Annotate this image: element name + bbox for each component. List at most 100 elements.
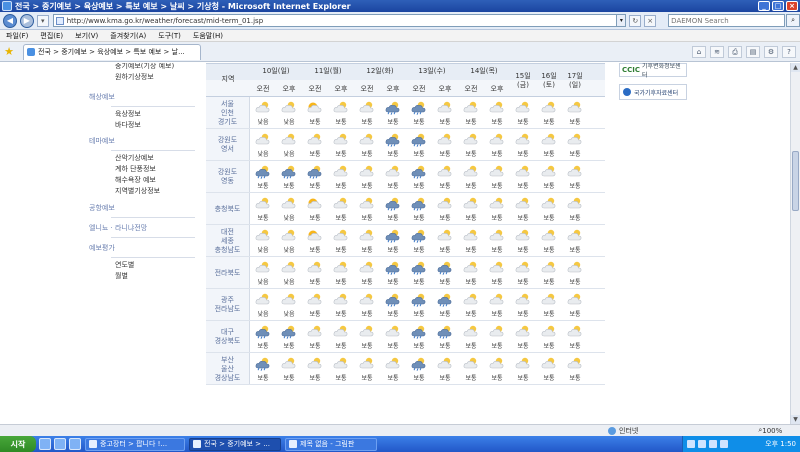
tools-menu-icon[interactable]: ⚙: [764, 45, 778, 58]
cloud-icon: [307, 357, 322, 369]
cloud-icon: [463, 229, 478, 241]
menu-favorites[interactable]: 즐겨찾기(A): [110, 31, 146, 41]
sidebar-item-land[interactable]: 육상정보: [115, 109, 195, 119]
start-button[interactable]: 시작: [0, 436, 36, 452]
cloud-icon: [281, 229, 296, 241]
task-kma-forecast[interactable]: 전국 > 중기예보 > ...: [189, 437, 281, 451]
close-button[interactable]: ×: [786, 1, 798, 11]
scrollbar-thumb[interactable]: [792, 151, 799, 211]
forecast-cell: 보통: [328, 226, 354, 256]
row-divider: [206, 288, 605, 289]
address-dropdown[interactable]: ▾: [616, 14, 627, 27]
favorites-star-icon[interactable]: ★: [3, 45, 15, 58]
forecast-cell: 보통: [484, 290, 510, 320]
feeds-icon[interactable]: ≋: [710, 45, 724, 58]
precip-level: 낮음: [283, 119, 295, 126]
sidebar-item-mid-forecast[interactable]: 중기예보(기상 예보): [115, 63, 195, 71]
forecast-cell: 보통: [484, 354, 510, 384]
forecast-cell: 보통: [484, 322, 510, 352]
tab-current[interactable]: 전국 > 중기예보 > 육상예보 > 특보 예보 > 날...: [23, 43, 201, 60]
home-icon[interactable]: ⌂: [692, 45, 706, 58]
forecast-cell: 보통: [302, 194, 328, 224]
tray-update-icon[interactable]: [720, 440, 728, 448]
refresh-button[interactable]: ↻: [629, 14, 642, 27]
sidebar-item-sea[interactable]: 바다정보: [115, 120, 195, 130]
scroll-up-arrow[interactable]: ▲: [791, 63, 800, 72]
search-field[interactable]: [668, 14, 786, 27]
print-icon[interactable]: ⎙: [728, 45, 742, 58]
minimize-button[interactable]: _: [758, 1, 770, 11]
forward-button[interactable]: ▶: [19, 13, 34, 28]
sidebar-item-mountain[interactable]: 산악기상예보: [115, 153, 195, 163]
vertical-scrollbar[interactable]: ▲ ▼: [790, 63, 800, 424]
precip-level: 보통: [439, 375, 451, 382]
cloud-icon: [281, 261, 296, 273]
sidebar-item-monthly[interactable]: 월별: [115, 271, 195, 281]
search-input[interactable]: [671, 16, 772, 25]
task-paint[interactable]: 제목 없음 - 그림판: [285, 437, 377, 451]
stop-button[interactable]: ×: [644, 14, 657, 27]
maximize-button[interactable]: □: [772, 1, 784, 11]
ccic-logo[interactable]: CCIC 기후변화정보센터: [619, 63, 687, 79]
forecast-cell: 보통: [328, 290, 354, 320]
tray-network-icon[interactable]: [687, 440, 695, 448]
row-divider: [206, 352, 605, 353]
address-field[interactable]: [52, 14, 618, 27]
cloud-icon: [359, 229, 374, 241]
forecast-cell: 보통: [510, 162, 536, 192]
precip-level: 보통: [517, 279, 529, 286]
menu-file[interactable]: 파일(F): [6, 31, 28, 41]
address-input[interactable]: [66, 16, 607, 25]
tray-security-icon[interactable]: [709, 440, 717, 448]
forecast-cell: 보통: [328, 130, 354, 160]
sidebar-item-yearly[interactable]: 연도별: [115, 260, 195, 270]
help-icon[interactable]: ?: [782, 45, 796, 58]
sidebar-heading-evaluation[interactable]: 예보평가: [89, 243, 195, 253]
forecast-cell: 보통: [432, 226, 458, 256]
sidebar-item-regional[interactable]: 지역별기상정보: [115, 186, 195, 196]
sidebar-item-foliage[interactable]: 계하 단풍정보: [115, 164, 195, 174]
cloud-icon: [437, 101, 452, 113]
back-button[interactable]: ◀: [3, 13, 17, 28]
sidebar-item-weather-info[interactable]: 원하기상정보: [115, 72, 195, 82]
day-header: 12일(화): [366, 67, 394, 75]
rain-icon: [281, 325, 296, 339]
menu-tools[interactable]: 도구(T): [158, 31, 181, 41]
rain-icon: [255, 357, 270, 371]
nmc-logo[interactable]: 국가기후자료센터: [619, 84, 687, 100]
security-zone: 인터넷: [608, 426, 638, 436]
quicklaunch-desktop-icon[interactable]: [39, 438, 51, 450]
sidebar-item-beach[interactable]: 해수욕장 예보: [115, 175, 195, 185]
precip-level: 보통: [569, 183, 581, 190]
tray-volume-icon[interactable]: [698, 440, 706, 448]
zoom-control[interactable]: ⌕ 100%: [758, 426, 782, 435]
menu-help[interactable]: 도움말(H): [193, 31, 223, 41]
forecast-cell: 보통: [458, 322, 484, 352]
scroll-down-arrow[interactable]: ▼: [791, 415, 800, 424]
quicklaunch-ie-icon[interactable]: [54, 438, 66, 450]
sidebar-heading-marine[interactable]: 해상예보: [89, 92, 195, 102]
recent-pages-button[interactable]: ▾: [36, 14, 49, 27]
precip-level: 보통: [361, 247, 373, 254]
forecast-cell: 보통: [406, 130, 432, 160]
precip-level: 보통: [439, 311, 451, 318]
cloud-icon: [463, 325, 478, 337]
task-used-market[interactable]: 중고장터 > 팝니다 !...: [85, 437, 185, 451]
sidebar-heading-theme[interactable]: 테마예보: [89, 136, 195, 146]
precip-level: 보통: [361, 215, 373, 222]
sidebar-heading-airport[interactable]: 공항예보: [89, 203, 195, 213]
day-header: 16일(토): [541, 72, 557, 89]
forecast-cell: 보통: [328, 162, 354, 192]
menu-edit[interactable]: 편집(E): [40, 31, 63, 41]
menu-view[interactable]: 보기(V): [75, 31, 98, 41]
pm-header: 오후: [490, 85, 504, 93]
task-label: 제목 없음 - 그림판: [300, 440, 355, 448]
quicklaunch-media-icon[interactable]: [69, 438, 81, 450]
forecast-cell: 보통: [562, 290, 588, 320]
precip-level: 보통: [335, 183, 347, 190]
precip-level: 보통: [517, 311, 529, 318]
sidebar-heading-elnino[interactable]: 엘니뇨 · 라니냐전망: [89, 223, 195, 233]
search-icon[interactable]: ⌕: [786, 14, 800, 27]
forecast-cell: 보통: [432, 162, 458, 192]
page-menu-icon[interactable]: ▤: [746, 45, 760, 58]
